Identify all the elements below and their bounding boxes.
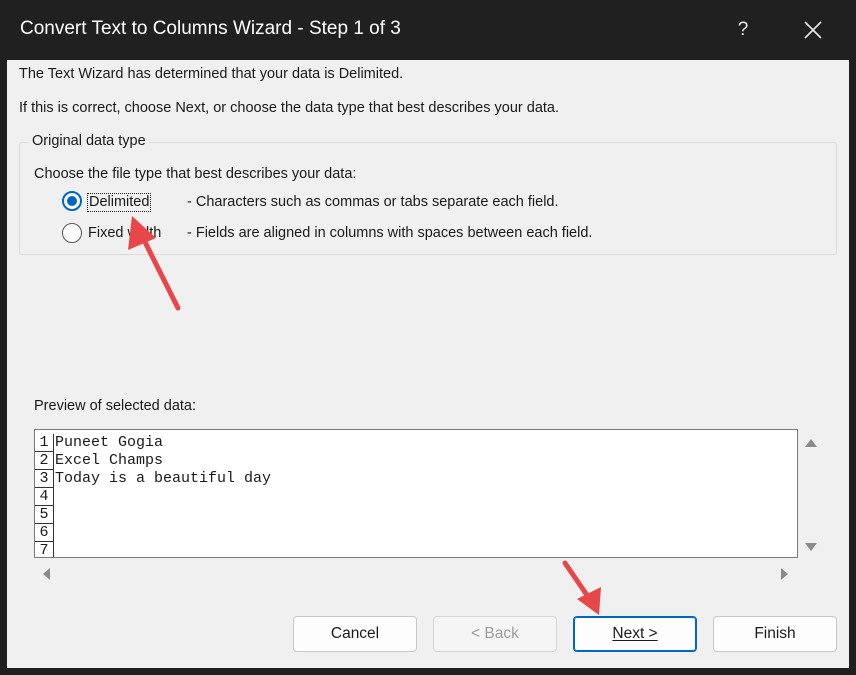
delimited-label[interactable]: Delimited (87, 193, 152, 212)
fixed-width-radio[interactable] (62, 223, 82, 243)
intro-text-2: If this is correct, choose Next, or choo… (19, 100, 560, 116)
row-number: 1 (35, 434, 54, 452)
scroll-left-arrow-icon[interactable] (40, 567, 54, 581)
row-text: Puneet Gogia (55, 434, 164, 451)
intro-text-1: The Text Wizard has determined that your… (19, 66, 404, 82)
delimited-radio[interactable] (62, 191, 82, 211)
fixed-width-description: - Fields are aligned in columns with spa… (187, 225, 593, 241)
row-number: 5 (35, 506, 54, 524)
dialog-window: Convert Text to Columns Wizard - Step 1 … (0, 0, 856, 675)
row-number: 3 (35, 470, 54, 488)
group-legend: Original data type (29, 133, 149, 149)
preview-label: Preview of selected data: (34, 398, 197, 414)
dialog-title: Convert Text to Columns Wizard - Step 1 … (20, 18, 401, 39)
row-number: 6 (35, 524, 54, 542)
row-number: 7 (35, 542, 54, 557)
row-number: 2 (35, 452, 54, 470)
back-button[interactable]: < Back (433, 616, 557, 652)
fixed-width-label[interactable]: Fixed width (88, 225, 161, 241)
file-type-prompt: Choose the file type that best describes… (34, 166, 357, 182)
next-button-label: Next > (612, 625, 658, 642)
close-button[interactable] (795, 14, 831, 46)
next-button[interactable]: Next > (573, 616, 697, 652)
finish-button[interactable]: Finish (713, 616, 837, 652)
scroll-up-arrow-icon[interactable] (804, 436, 818, 450)
cancel-button[interactable]: Cancel (293, 616, 417, 652)
row-text: Excel Champs (55, 452, 164, 469)
close-icon (804, 21, 822, 39)
delimited-description: - Characters such as commas or tabs sepa… (187, 194, 559, 210)
preview-pane[interactable]: 1 Puneet Gogia 2 Excel Champs 3 Today is… (34, 429, 798, 558)
help-button[interactable]: ? (728, 14, 758, 46)
dialog-body: The Text Wizard has determined that your… (7, 60, 849, 668)
row-number: 4 (35, 488, 54, 506)
scroll-down-arrow-icon[interactable] (804, 540, 818, 554)
scroll-right-arrow-icon[interactable] (777, 567, 791, 581)
finish-button-label: Finish (754, 625, 796, 642)
title-bar: Convert Text to Columns Wizard - Step 1 … (0, 0, 856, 60)
row-text: Today is a beautiful day (55, 470, 272, 487)
